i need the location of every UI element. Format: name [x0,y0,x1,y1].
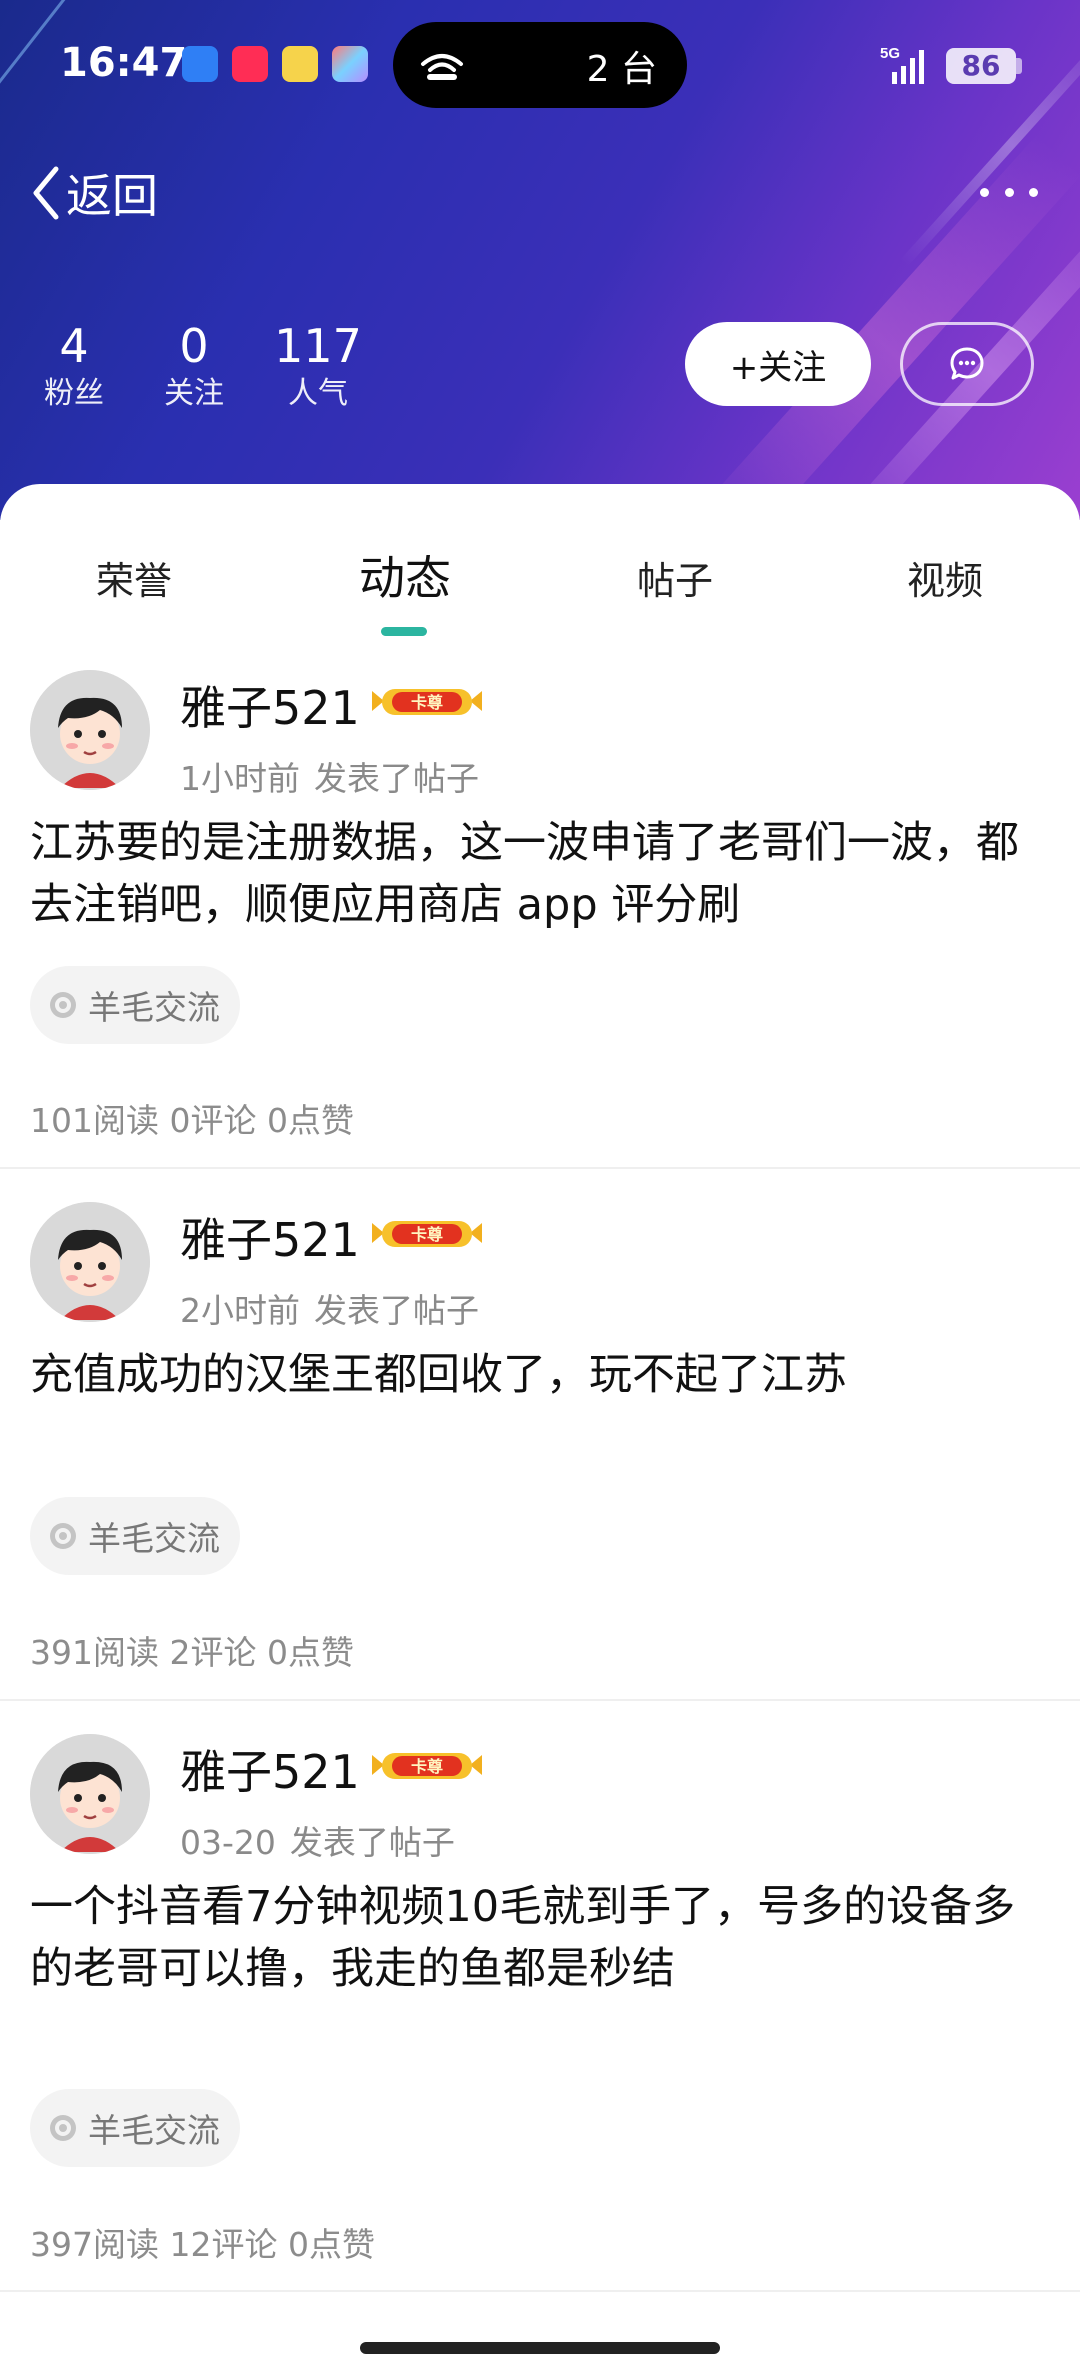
dynamic-island[interactable]: 2 台 [393,22,687,108]
post-body[interactable]: 江苏要的是注册数据，这一波申请了老哥们一波，都去注销吧，顺便应用商店 app 评… [30,812,1050,936]
status-time: 16:47 [60,40,188,86]
badge-label: 卡尊 [411,1225,443,1244]
crown-badge-icon: 卡尊 [372,689,482,715]
more-dot-icon [1004,187,1014,197]
post-time: 03-20 [180,1823,276,1862]
post-body[interactable]: 充值成功的汉堡王都回收了，玩不起了江苏 [30,1344,1050,1406]
svg-text:5G: 5G [880,45,900,62]
post-body[interactable]: 一个抖音看7分钟视频10毛就到手了，号多的设备多的老哥可以撸，我走的鱼都是秒结 [30,1876,1050,2000]
post-stats: 397阅读 12评论 0点赞 [30,2225,375,2264]
post-stats: 101阅读 0评论 0点赞 [30,1101,354,1140]
more-dot-icon [980,187,989,197]
avatar-cartoon-icon [30,1734,150,1854]
post-username[interactable]: 雅子521 [180,1204,360,1270]
target-icon [50,1523,76,1549]
battery-tip [1016,58,1022,74]
stat-label: 关注 [164,376,224,411]
rank-badge: 卡尊 [368,1745,486,1785]
stat-following[interactable]: 0 关注 [154,318,234,414]
topic-tag[interactable]: 羊毛交流 [30,966,240,1044]
rank-badge: 卡尊 [368,1213,486,1253]
profile-tabs: 荣誉 动态 帖子 视频 [0,484,1080,644]
cloud-app-icon [182,46,218,82]
cellular-signal-icon: 5G [880,45,924,84]
rank-badge: 卡尊 [368,681,486,721]
more-options-button[interactable] [974,170,1044,214]
post-meta: 03-20 发表了帖子 [180,1816,455,1864]
post-stats: 391阅读 2评论 0点赞 [30,1633,354,1672]
badge-label: 卡尊 [411,693,443,712]
avatar[interactable] [30,1202,150,1322]
tab-activity[interactable]: 动态 [305,542,505,608]
stat-popularity[interactable]: 117 人气 [270,318,366,414]
post-time: 1小时前 [180,759,300,798]
topic-tag[interactable]: 羊毛交流 [30,1497,240,1575]
avatar-cartoon-icon [30,1202,150,1322]
island-device-count: 2 台 [586,49,657,90]
crown-badge-icon: 卡尊 [372,1753,482,1779]
stat-fans[interactable]: 4 粉丝 [34,318,114,414]
post-action: 发表了帖子 [314,759,479,798]
badge-label: 卡尊 [411,1757,443,1776]
stat-label: 人气 [288,376,348,411]
back-button[interactable]: 返回 [28,160,158,226]
home-indicator[interactable] [360,2342,720,2354]
tab-honors[interactable]: 荣誉 [34,550,234,605]
back-label: 返回 [66,169,158,223]
post-time: 2小时前 [180,1291,300,1330]
target-icon [50,992,76,1018]
stat-value: 117 [274,319,362,373]
post-divider [0,1167,1080,1169]
tag-label: 羊毛交流 [88,988,220,1027]
more-dot-icon [1029,187,1038,197]
crown-badge-icon: 卡尊 [372,1221,482,1247]
topic-tag[interactable]: 羊毛交流 [30,2089,240,2167]
post-divider [0,2290,1080,2292]
status-bar: 16:47 2 台 5G 86 [0,0,1080,130]
avatar[interactable] [30,670,150,790]
avatar[interactable] [30,1734,150,1854]
post-meta: 2小时前 发表了帖子 [180,1284,479,1332]
stat-label: 粉丝 [44,376,104,411]
chevron-left-icon [33,166,59,220]
stat-value: 4 [59,319,89,373]
post-action: 发表了帖子 [289,1823,455,1862]
post-divider [0,1699,1080,1701]
target-icon [50,2115,76,2141]
post-action: 发表了帖子 [314,1291,479,1330]
avatar-cartoon-icon [30,670,150,790]
message-button[interactable] [900,322,1034,406]
post-meta: 1小时前 发表了帖子 [180,752,479,800]
game-app-icon [282,46,318,82]
active-tab-indicator [381,627,427,636]
follow-button[interactable]: +关注 [685,322,871,406]
profile-header: 16:47 2 台 5G 86 返回 4 粉丝 0 关注 117 人气 +关注 [0,0,1080,520]
tab-posts[interactable]: 帖子 [575,550,775,605]
tab-videos[interactable]: 视频 [845,550,1045,605]
tag-label: 羊毛交流 [88,1519,220,1558]
post-username[interactable]: 雅子521 [180,672,360,738]
chat-bubble-icon [950,347,984,380]
tag-label: 羊毛交流 [88,2111,220,2150]
post-username[interactable]: 雅子521 [180,1736,360,1802]
stat-value: 0 [179,319,209,373]
battery-level: 86 [946,48,1016,84]
xiaohongshu-app-icon [232,46,268,82]
hotspot-icon [421,54,463,80]
photos-app-icon [332,46,368,82]
